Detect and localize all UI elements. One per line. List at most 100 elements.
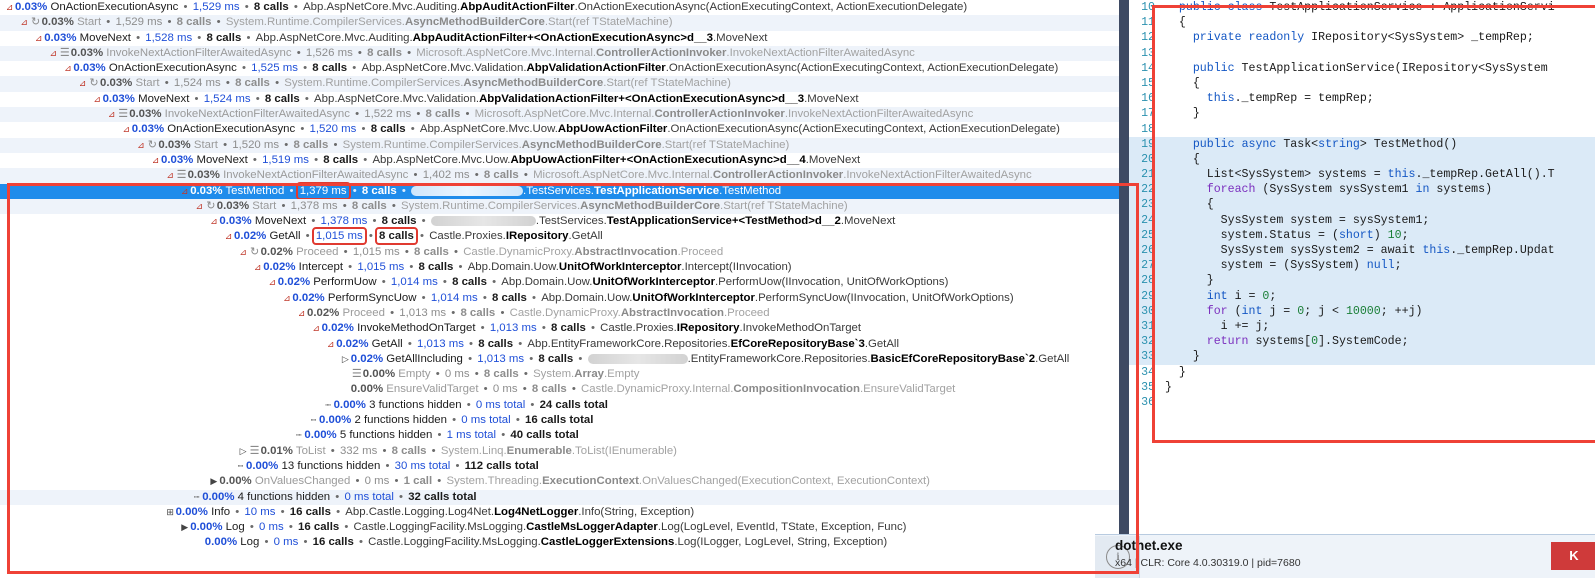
call-tree-row[interactable]: ┉ 0.00% 4 functions hidden • 0 ms total •… — [0, 489, 1127, 505]
call-tree-row[interactable]: ⊿ 0.03% MoveNext • 1,524 ms • 8 calls • A… — [0, 92, 1127, 107]
call-tree-row[interactable]: ⊿ 0.03% OnActionExecutionAsync • 1,520 ms… — [0, 122, 1127, 137]
code-line[interactable]: 10 public class TestApplicationService :… — [1129, 0, 1595, 15]
expander-triangle-icon[interactable]: ⊿ — [92, 92, 103, 107]
call-tree-row[interactable]: ⊿ ☰0.03% InvokeNextActionFilterAwaitedAsy… — [0, 107, 1127, 123]
expander-triangle-icon[interactable]: ⊿ — [252, 260, 263, 275]
expander-triangle-icon[interactable]: ▶ — [208, 474, 219, 489]
call-tree-row[interactable]: ┉ 0.00% 13 functions hidden • 30 ms total… — [0, 459, 1127, 474]
call-tree-row[interactable]: ⊿ 0.02% PerformUow • 1,014 ms • 8 calls •… — [0, 275, 1127, 290]
code-line[interactable]: 16 this._tempRep = tempRep; — [1129, 91, 1595, 106]
code-line[interactable]: 29 int i = 0; — [1129, 288, 1595, 304]
call-tree-row[interactable]: ▶ 0.00% OnValuesChanged • 0 ms • 1 call •… — [0, 474, 1127, 489]
splitter-grip[interactable] — [1121, 0, 1127, 577]
expander-triangle-icon[interactable]: ⊿ — [238, 245, 249, 260]
call-tree-row[interactable]: ⊿ 0.02% PerformSyncUow • 1,014 ms • 8 cal… — [0, 291, 1127, 306]
code-line[interactable]: 36 — [1129, 395, 1595, 410]
expander-triangle-icon[interactable]: ⊿ — [179, 184, 190, 199]
code-line[interactable]: 22 foreach (SysSystem sysSystem1 in syst… — [1129, 182, 1595, 198]
code-line[interactable]: 27 system = (SysSystem) null; — [1129, 258, 1595, 274]
expander-triangle-icon[interactable]: ⊿ — [267, 275, 278, 290]
expander-triangle-icon[interactable]: ⊿ — [208, 214, 219, 229]
expander-triangle-icon[interactable]: ⊞ — [165, 505, 176, 520]
call-tree-row[interactable]: ⊿ ☰0.03% InvokeNextActionFilterAwaitedAsy… — [0, 45, 1127, 62]
code-line[interactable]: 23 { — [1129, 197, 1595, 213]
expander-triangle-icon[interactable]: ⊿ — [33, 31, 44, 46]
expander-triangle-icon[interactable]: ▷ — [238, 444, 249, 459]
code-line[interactable]: 20 { — [1129, 151, 1595, 168]
code-line[interactable]: 19 public async Task<string> TestMethod(… — [1129, 136, 1595, 152]
call-tree-row[interactable]: ⊿ ↻0.03% Start • 1,378 ms • 8 calls • Sys… — [0, 198, 1127, 215]
expander-triangle-icon[interactable]: ⊿ — [223, 229, 234, 244]
expander-triangle-icon[interactable]: ▷ — [340, 352, 351, 367]
call-tree-row[interactable]: ⊿ 0.03% TestMethod • 1,379 ms • 8 calls •… — [0, 181, 1127, 200]
call-tree-row[interactable]: ☰0.00% Empty • 0 ms • 8 calls • System.A… — [0, 367, 1127, 382]
expander-triangle-icon[interactable]: ⊿ — [150, 153, 161, 168]
expander-triangle-icon[interactable]: ⊿ — [165, 168, 176, 183]
code-line[interactable]: 18 — [1129, 122, 1595, 137]
code-line[interactable]: 17 } — [1129, 106, 1595, 121]
expander-triangle-icon[interactable]: ⊿ — [281, 291, 292, 306]
expander-triangle-icon[interactable]: ⊿ — [296, 306, 307, 321]
call-tree-row[interactable]: ⊿ 0.02% GetAll • 1,013 ms • 8 calls • Abp… — [0, 337, 1127, 352]
expander-triangle-icon[interactable]: ⊿ — [77, 76, 88, 91]
call-tree-row[interactable]: ⊿ 0.02% InvokeMethodOnTarget • 1,013 ms •… — [0, 321, 1127, 336]
call-tree-row[interactable]: ⊿ 0.03% MoveNext • 1,378 ms • 8 calls • .… — [0, 214, 1127, 229]
code-line[interactable]: 21 List<SysSystem> systems = this._tempR… — [1129, 167, 1595, 183]
call-tree-row[interactable]: ⊿ 0.02% GetAll • 1,015 ms • 8 calls • Cas… — [0, 227, 1127, 246]
expander-triangle-icon[interactable]: ⊿ — [311, 321, 322, 336]
call-tree-row[interactable]: ⊿ 0.03% MoveNext • 1,519 ms • 8 calls • A… — [0, 153, 1127, 168]
code-token: class — [1227, 1, 1263, 14]
expander-triangle-icon[interactable]: ⊿ — [135, 138, 146, 153]
code-line[interactable]: 14 public TestApplicationService(IReposi… — [1129, 61, 1595, 76]
call-tree-row[interactable]: ▶ 0.00% Log • 0 ms • 16 calls • Castle.Lo… — [0, 520, 1127, 535]
call-tree-row[interactable]: ⊿ ↻0.03% Start • 1,520 ms • 8 calls • Sys… — [0, 137, 1127, 153]
expander-triangle-icon[interactable]: ⊿ — [194, 199, 205, 214]
expander-triangle-icon[interactable]: ⊿ — [62, 61, 73, 76]
expander-triangle-icon[interactable]: ⊿ — [4, 0, 15, 15]
kill-process-button[interactable]: K — [1551, 542, 1595, 570]
code-line[interactable]: 30 for (int j = 0; j < 10000; ++j) — [1129, 303, 1595, 319]
code-line[interactable]: 33 } — [1129, 349, 1595, 365]
call-tree-row[interactable]: ⊿ 0.02% Proceed • 1,013 ms • 8 calls • Ca… — [0, 306, 1127, 321]
call-tree-row[interactable]: ⊿ ↻0.03% Start • 1,529 ms • 8 calls • Sys… — [0, 15, 1127, 31]
expander-triangle-icon[interactable]: ⊿ — [19, 15, 30, 30]
call-tree-panel[interactable]: ⊿ 0.03% OnActionExecutionAsync • 1,529 ms… — [0, 0, 1127, 577]
call-tree-row[interactable]: ⊿ 0.03% OnActionExecutionAsync • 1,525 ms… — [0, 61, 1127, 76]
call-tree-row[interactable]: ┉ 0.00% 2 functions hidden • 0 ms total •… — [0, 413, 1127, 428]
hidden-functions-icon: ┉ — [237, 460, 243, 471]
code-line[interactable]: 26 SysSystem sysSystem2 = await this._te… — [1129, 243, 1595, 259]
call-tree-row[interactable]: ⊿ ↻0.03% Start • 1,524 ms • 8 calls • Sys… — [0, 76, 1127, 92]
code-line[interactable]: 13 — [1129, 46, 1595, 61]
panel-splitter[interactable] — [1119, 0, 1129, 577]
code-line[interactable]: 31 i += j; — [1129, 318, 1595, 335]
call-tree-row[interactable]: ▷ 0.02% GetAllIncluding • 1,013 ms • 8 ca… — [0, 352, 1127, 367]
call-tree-row[interactable]: ⊿ 0.02% Intercept • 1,015 ms • 8 calls • … — [0, 260, 1127, 275]
expander-triangle-icon[interactable]: ⊿ — [121, 122, 132, 137]
code-line[interactable]: 35} — [1129, 380, 1595, 395]
code-token: this — [1422, 244, 1451, 257]
code-line[interactable]: 11 { — [1129, 15, 1595, 30]
call-tree-row[interactable]: ▷ ☰0.01% ToList • 332 ms • 8 calls • Syst… — [0, 444, 1127, 459]
code-line[interactable]: 32 return systems[0].SystemCode; — [1129, 334, 1595, 350]
code-line[interactable]: 12 private readonly IRepository<SysSyste… — [1129, 30, 1595, 45]
call-tree-row[interactable]: ⊞ 0.00% Info • 10 ms • 16 calls • Abp.Cas… — [0, 505, 1127, 520]
call-tree-row[interactable]: 0.00% Log • 0 ms • 16 calls • Castle.Log… — [0, 535, 1127, 550]
call-tree-row[interactable]: ⊿ 0.03% OnActionExecutionAsync • 1,529 ms… — [0, 0, 1127, 15]
code-line[interactable]: 28 } — [1129, 273, 1595, 289]
call-tree-row[interactable]: ┉ 0.00% 3 functions hidden • 0 ms total •… — [0, 398, 1127, 413]
code-editor-panel[interactable]: 10 public class TestApplicationService :… — [1129, 0, 1595, 519]
call-tree-row[interactable]: ⊿ 0.03% MoveNext • 1,528 ms • 8 calls • A… — [0, 31, 1127, 46]
code-line[interactable]: 25 system.Status = (short) 10; — [1129, 227, 1595, 243]
call-tree-row[interactable]: ┉ 0.00% 5 functions hidden • 1 ms total •… — [0, 428, 1127, 443]
call-tree-row[interactable]: ⊿ ☰0.03% InvokeNextActionFilterAwaitedAsy… — [0, 168, 1127, 184]
expander-triangle-icon[interactable]: ⊿ — [325, 337, 336, 352]
code-line[interactable]: 15 { — [1129, 76, 1595, 91]
expander-triangle-icon[interactable]: ▶ — [179, 520, 190, 535]
code-line[interactable]: 34 } — [1129, 365, 1595, 380]
call-tree-row[interactable]: 0.00% EnsureValidTarget • 0 ms • 8 calls… — [0, 382, 1127, 397]
code-line[interactable]: 24 SysSystem system = sysSystem1; — [1129, 212, 1595, 228]
expander-triangle-icon[interactable]: ⊿ — [106, 107, 117, 122]
expander-triangle-icon[interactable]: ⊿ — [48, 46, 59, 61]
row-separator: • — [463, 398, 474, 411]
call-tree-row[interactable]: ⊿ ↻0.02% Proceed • 1,015 ms • 8 calls • C… — [0, 245, 1127, 260]
